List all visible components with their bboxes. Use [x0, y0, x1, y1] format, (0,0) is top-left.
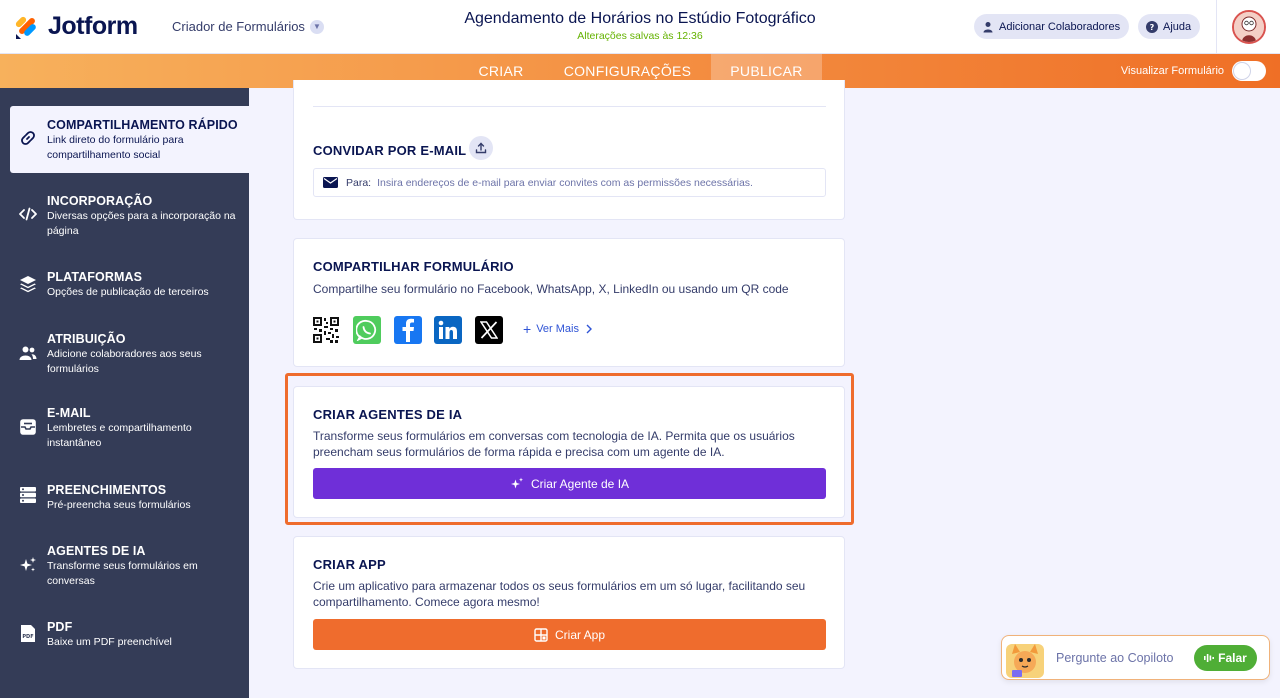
see-more-link[interactable]: + Ver Mais — [523, 322, 592, 336]
create-app-label: Criar App — [554, 627, 606, 642]
preview-form-label: Visualizar Formulário — [1120, 65, 1224, 77]
sidebar-item-desc: Adicione colaboradores aos seus formulár… — [47, 348, 202, 375]
copilot-mascot-icon — [1004, 640, 1046, 680]
sidebar-item-platforms[interactable]: PLATAFORMAS Opções de publicação de terc… — [10, 260, 249, 304]
sidebar-item-email[interactable]: E-MAIL Lembretes e compartilhamento inst… — [10, 396, 249, 454]
create-app-title: CRIAR APP — [313, 557, 386, 572]
sidebar-item-prefill[interactable]: PREENCHIMENTOS Pré-preencha seus formulá… — [10, 473, 249, 517]
sidebar-item-desc: Baixe um PDF preenchível — [47, 636, 172, 648]
qr-code-icon[interactable] — [312, 316, 340, 344]
invite-email-placeholder: Insira endereços de e-mail para enviar c… — [377, 176, 753, 189]
sidebar-item-title: PLATAFORMAS — [47, 270, 143, 284]
invite-email-input[interactable]: Para: Insira endereços de e-mail para en… — [313, 168, 826, 197]
sidebar-item-desc: Transforme seus formulários em conversas — [47, 560, 198, 587]
sidebar-item-title: INCORPORAÇÃO — [47, 194, 153, 208]
user-icon — [982, 21, 994, 33]
sidebar-item-assign[interactable]: ATRIBUIÇÃO Adicione colaboradores aos se… — [10, 322, 249, 380]
x-twitter-icon[interactable] — [475, 316, 503, 344]
avatar[interactable] — [1231, 10, 1266, 44]
invite-email-title: CONVIDAR POR E-MAIL — [313, 143, 467, 158]
highlight-box — [285, 373, 854, 525]
jotform-logo-icon — [15, 16, 36, 39]
share-form-title: COMPARTILHAR FORMULÁRIO — [313, 259, 514, 274]
copilot-widget[interactable]: Pergunte ao Copiloto Falar — [1001, 635, 1270, 680]
sidebar-item-quick-share[interactable]: COMPARTILHAMENTO RÁPIDO Link direto do f… — [10, 106, 249, 173]
layers-icon — [19, 275, 37, 293]
sidebar-item-pdf[interactable]: PDF PDF Baixe um PDF preenchível — [10, 610, 249, 654]
envelope-icon — [323, 177, 338, 188]
help-button[interactable]: ? Ajuda — [1138, 14, 1201, 39]
sidebar-item-desc: Pré-preencha seus formulários — [47, 499, 191, 511]
soundwave-icon — [1204, 654, 1215, 662]
sidebar-item-ai-agents[interactable]: AGENTES DE IA Transforme seus formulário… — [10, 534, 249, 592]
copilot-talk-button[interactable]: Falar — [1194, 645, 1257, 671]
avatar-face-icon — [1233, 12, 1264, 42]
linkedin-icon[interactable] — [434, 316, 462, 344]
help-label: Ajuda — [1163, 20, 1192, 33]
create-app-desc: Crie um aplicativo para armazenar todos … — [313, 579, 806, 609]
upload-icon — [475, 142, 487, 154]
pdf-icon: PDF — [19, 624, 37, 642]
publish-sidebar: COMPARTILHAMENTO RÁPIDO Link direto do f… — [0, 88, 249, 698]
upload-button[interactable] — [469, 136, 493, 160]
sidebar-item-title: PREENCHIMENTOS — [47, 483, 167, 497]
sidebar-item-title: AGENTES DE IA — [47, 544, 146, 558]
brand-name: Jotform — [48, 12, 138, 40]
code-icon — [19, 205, 37, 223]
sidebar-item-title: PDF — [47, 620, 73, 634]
help-icon: ? — [1146, 20, 1158, 33]
mail-icon — [19, 418, 37, 436]
facebook-icon[interactable] — [394, 316, 422, 344]
sidebar-item-title: ATRIBUIÇÃO — [47, 332, 126, 346]
users-icon — [19, 344, 37, 362]
divider — [313, 106, 826, 107]
copilot-talk-label: Falar — [1218, 651, 1247, 665]
create-app-button[interactable]: Criar App — [313, 619, 826, 650]
see-more-label: Ver Mais — [536, 323, 579, 335]
svg-text:PDF: PDF — [22, 634, 33, 640]
preview-form-toggle[interactable] — [1232, 61, 1266, 81]
sidebar-item-desc: Link direto do formulário para compartil… — [47, 134, 184, 161]
whatsapp-icon[interactable] — [353, 316, 381, 344]
jotform-logo[interactable]: Jotform — [14, 12, 138, 41]
add-collaborators-label: Adicionar Colaboradores — [999, 20, 1121, 33]
list-icon — [19, 486, 37, 504]
sidebar-item-desc: Opções de publicação de terceiros — [47, 286, 209, 298]
builder-label: Criador de Formulários — [172, 19, 305, 34]
sidebar-item-title: E-MAIL — [47, 406, 91, 420]
chevron-down-icon: ▼ — [309, 19, 324, 34]
sidebar-item-desc: Lembretes e compartilhamento instantâneo — [47, 422, 192, 449]
sparkle-icon — [19, 556, 37, 574]
create-app-card: CRIAR APP Crie um aplicativo para armaze… — [293, 536, 845, 669]
plus-icon: + — [523, 321, 532, 337]
invite-to-label: Para: — [346, 176, 372, 189]
preview-form-control: Visualizar Formulário — [1121, 61, 1266, 81]
share-form-card: COMPARTILHAR FORMULÁRIO Compartilhe seu … — [293, 238, 845, 367]
avatar-container — [1216, 0, 1280, 54]
chevron-right-icon — [586, 324, 592, 334]
add-collaborators-button[interactable]: Adicionar Colaboradores — [974, 14, 1130, 39]
sidebar-item-desc: Diversas opções para a incorporação na p… — [47, 210, 236, 237]
invite-email-card: CONVIDAR POR E-MAIL Para: Insira endereç… — [293, 80, 845, 220]
copilot-input[interactable]: Pergunte ao Copiloto — [1056, 651, 1173, 665]
link-icon — [19, 129, 37, 147]
app-icon — [534, 627, 548, 642]
sidebar-item-embed[interactable]: INCORPORAÇÃO Diversas opções para a inco… — [10, 184, 249, 242]
sidebar-item-title: COMPARTILHAMENTO RÁPIDO — [47, 118, 238, 132]
share-form-desc: Compartilhe seu formulário no Facebook, … — [313, 282, 789, 296]
svg-text:?: ? — [1150, 23, 1155, 32]
top-header: Jotform Criador de Formulários ▼ Agendam… — [0, 0, 1280, 54]
builder-dropdown[interactable]: Criador de Formulários ▼ — [172, 19, 324, 34]
